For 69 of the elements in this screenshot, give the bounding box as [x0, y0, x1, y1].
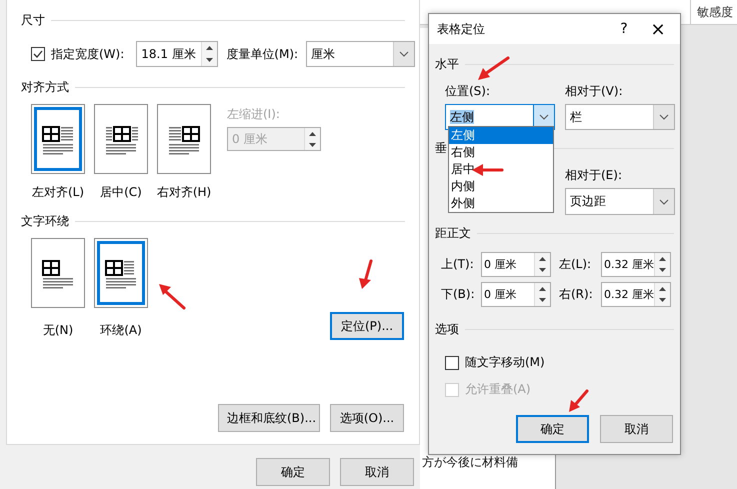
- option-label: 环绕(A): [100, 322, 142, 339]
- wrapping-option[interactable]: [31, 238, 85, 308]
- field-label: 相对于(V):: [565, 83, 624, 100]
- chevron-down-icon: [659, 198, 669, 204]
- section-title: 水平: [435, 56, 459, 73]
- header-cell: 敏感度: [690, 0, 737, 24]
- checkbox-label: 随文字移动(M): [465, 354, 545, 371]
- width-field[interactable]: 18.1 厘米: [136, 41, 218, 67]
- option-label: 居中(C): [100, 184, 142, 201]
- section-title: 尺寸: [21, 12, 45, 29]
- field-label: 相对于(E):: [565, 167, 623, 184]
- dialog-button[interactable]: 取消: [340, 458, 414, 486]
- relative-select[interactable]: 页边距: [565, 188, 675, 215]
- field-label: 上(T):: [441, 256, 475, 273]
- dropdown-button[interactable]: [653, 189, 674, 214]
- dialog-button[interactable]: 确定: [516, 415, 589, 443]
- alignment-option[interactable]: [94, 104, 148, 174]
- distance-field[interactable]: 0.32 厘米: [601, 282, 671, 307]
- help-button[interactable]: ?: [610, 21, 638, 37]
- dialog-button[interactable]: 确定: [256, 458, 330, 486]
- spin-buttons[interactable]: [304, 128, 320, 150]
- panel-button[interactable]: 选项(O)...: [330, 404, 404, 432]
- option-label: 左对齐(L): [32, 184, 84, 201]
- dropdown-option[interactable]: 左侧: [449, 127, 553, 144]
- section-title: 选项: [435, 321, 459, 338]
- positioning-button[interactable]: 定位(P)...: [330, 312, 404, 340]
- alignment-option[interactable]: [31, 104, 85, 174]
- spin-buttons[interactable]: [654, 253, 670, 276]
- spin-buttons[interactable]: [201, 42, 218, 66]
- field-label: 位置(S):: [445, 83, 492, 100]
- dialog-button[interactable]: 取消: [600, 415, 673, 443]
- chevron-down-icon: [659, 114, 669, 120]
- annotation-arrow: [157, 281, 187, 311]
- annotation-arrow: [475, 55, 511, 83]
- field-label: 左缩进(I):: [227, 106, 281, 123]
- document-text: 方が今後に材料備: [422, 454, 518, 471]
- alignment-option[interactable]: [157, 104, 211, 174]
- section-title: 对齐方式: [21, 79, 69, 96]
- field-label: 度量单位(M):: [226, 46, 298, 62]
- field-label: 指定宽度(W):: [51, 46, 124, 62]
- unit-select[interactable]: 厘米: [306, 41, 416, 67]
- section-title: 距正文: [435, 225, 471, 242]
- dropdown-button[interactable]: [393, 42, 414, 66]
- distance-field[interactable]: 0 厘米: [481, 282, 551, 307]
- chevron-down-icon: [399, 51, 410, 57]
- annotation-arrow: [566, 388, 590, 414]
- distance-field[interactable]: 0 厘米: [481, 252, 551, 277]
- spin-buttons[interactable]: [534, 283, 550, 306]
- panel-button[interactable]: 边框和底纹(B)...: [218, 404, 320, 432]
- field-label: 左(L):: [559, 256, 592, 273]
- field-label: 下(B):: [441, 286, 476, 303]
- checkbox[interactable]: [31, 47, 45, 61]
- checkbox-label: 允许重叠(A): [465, 381, 531, 398]
- section-title: 文字环绕: [21, 213, 69, 230]
- wrapping-option[interactable]: [94, 238, 148, 308]
- close-button[interactable]: ×: [644, 18, 672, 40]
- section-title: 垂: [435, 140, 447, 157]
- spin-buttons[interactable]: [654, 283, 670, 306]
- dialog-title: 表格定位: [437, 20, 486, 38]
- chevron-down-icon: [539, 114, 549, 120]
- distance-field[interactable]: 0.32 厘米: [601, 252, 671, 277]
- relative-select[interactable]: 栏: [565, 104, 675, 130]
- field-label: 右(R):: [559, 286, 594, 303]
- dropdown-button[interactable]: [653, 105, 674, 129]
- annotation-arrow: [357, 258, 375, 291]
- option-label: 右对齐(H): [156, 184, 212, 201]
- option-label: 无(N): [42, 322, 74, 339]
- spin-buttons[interactable]: [534, 253, 550, 276]
- checkbox[interactable]: [445, 356, 459, 370]
